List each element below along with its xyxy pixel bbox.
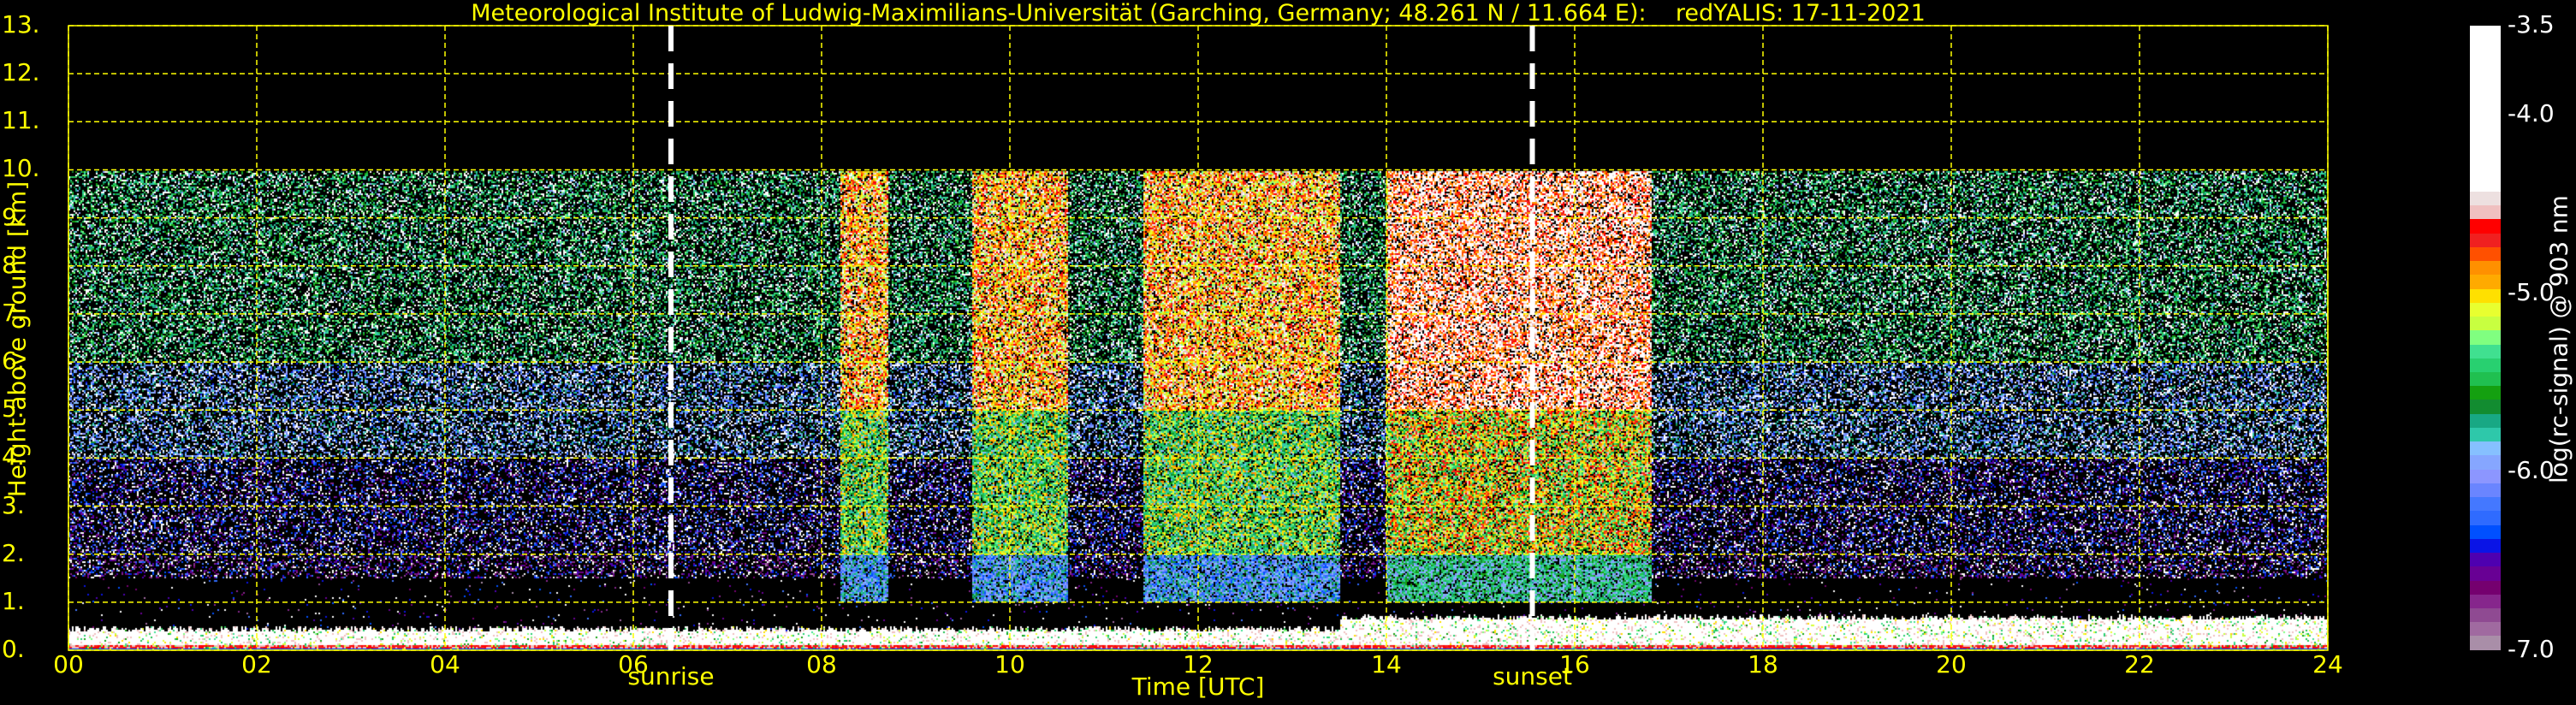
colorbar-segment bbox=[2470, 538, 2501, 554]
y-tick-label: 1. bbox=[2, 586, 25, 615]
colorbar-segment bbox=[2470, 344, 2501, 358]
x-tick-label: 02 bbox=[241, 650, 272, 678]
colorbar-segment bbox=[2470, 469, 2501, 483]
colorbar-segment bbox=[2470, 330, 2501, 345]
colorbar-segment bbox=[2470, 413, 2501, 428]
y-tick-label: 2. bbox=[2, 538, 25, 567]
x-tick-label: 24 bbox=[2312, 650, 2343, 678]
colorbar-segment bbox=[2470, 524, 2501, 539]
colorbar-tick-label: -4.0 bbox=[2508, 99, 2555, 128]
colorbar-segment bbox=[2470, 400, 2501, 414]
colorbar-segment bbox=[2470, 233, 2501, 247]
colorbar-segment bbox=[2470, 302, 2501, 317]
x-tick-label: 08 bbox=[806, 650, 837, 678]
colorbar-segment bbox=[2470, 594, 2501, 608]
x-tick-label: 18 bbox=[1748, 650, 1778, 678]
y-tick-label: 11. bbox=[2, 106, 40, 135]
x-tick-label: 04 bbox=[430, 650, 460, 678]
colorbar-segment bbox=[2470, 26, 2501, 192]
y-tick-label: 12. bbox=[2, 58, 40, 87]
colorbar-segment bbox=[2470, 191, 2501, 206]
colorbar-segment bbox=[2470, 317, 2501, 331]
colorbar-segment bbox=[2470, 553, 2501, 567]
x-tick-label: 20 bbox=[1936, 650, 1967, 678]
colorbar bbox=[2470, 26, 2501, 650]
colorbar-segment bbox=[2470, 372, 2501, 387]
colorbar-segment bbox=[2470, 358, 2501, 373]
x-tick-label: 22 bbox=[2124, 650, 2155, 678]
colorbar-segment bbox=[2470, 441, 2501, 456]
annotation-sunrise: sunrise bbox=[627, 662, 715, 690]
colorbar-segment bbox=[2470, 580, 2501, 595]
plot-overlay bbox=[68, 25, 2329, 651]
y-tick-label: 13. bbox=[2, 10, 40, 39]
annotation-sunset: sunset bbox=[1493, 662, 1572, 690]
colorbar-segment bbox=[2470, 622, 2501, 637]
x-axis-label: Time [UTC] bbox=[1131, 672, 1265, 701]
colorbar-label: log(rc-signal) @ 903 nm bbox=[2544, 195, 2573, 483]
colorbar-tick-label: -7.0 bbox=[2508, 635, 2555, 663]
colorbar-segment bbox=[2470, 275, 2501, 289]
colorbar-segment bbox=[2470, 608, 2501, 623]
y-axis-label: Height above ground [km] bbox=[3, 181, 32, 498]
colorbar-segment bbox=[2470, 427, 2501, 442]
colorbar-segment bbox=[2470, 246, 2501, 262]
x-tick-label: 00 bbox=[53, 650, 84, 678]
colorbar-tick-label: -3.5 bbox=[2508, 10, 2555, 39]
colorbar-segment bbox=[2470, 205, 2501, 220]
colorbar-segment bbox=[2470, 636, 2501, 650]
colorbar-segment bbox=[2470, 511, 2501, 525]
colorbar-segment bbox=[2470, 566, 2501, 581]
colorbar-segment bbox=[2470, 288, 2501, 303]
colorbar-segment bbox=[2470, 261, 2501, 275]
colorbar-segment bbox=[2470, 497, 2501, 512]
colorbar-segment bbox=[2470, 483, 2501, 498]
colorbar-segment bbox=[2470, 219, 2501, 234]
colorbar-segment bbox=[2470, 455, 2501, 470]
colorbar-segment bbox=[2470, 386, 2501, 400]
